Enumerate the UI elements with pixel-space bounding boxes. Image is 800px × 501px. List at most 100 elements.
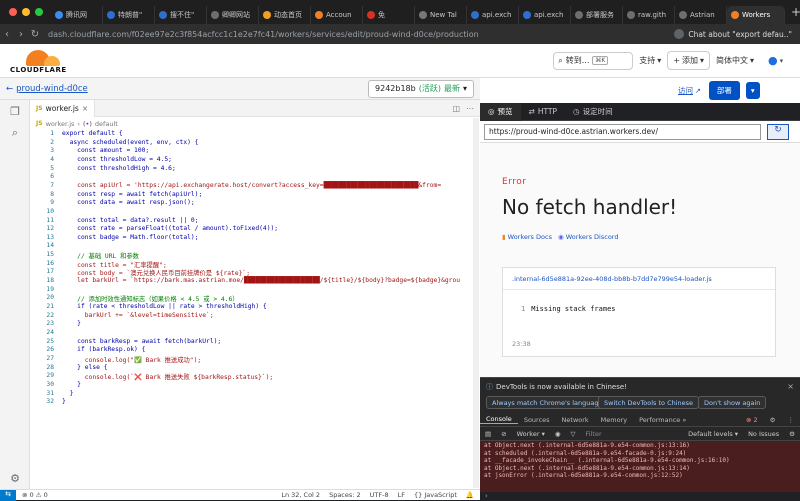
devtools-more-icon[interactable]: ⋮: [782, 416, 800, 424]
cloudflare-logo[interactable]: CLOUDFLARE: [10, 48, 67, 74]
code-line[interactable]: export default {: [62, 130, 123, 137]
code-line[interactable]: if (rate < thresholdLow || rate > thresh…: [62, 303, 267, 310]
code-line[interactable]: }: [62, 390, 73, 397]
code-line[interactable]: }: [62, 398, 66, 405]
minimize-window-button[interactable]: [22, 8, 30, 16]
forward-icon[interactable]: ›: [14, 29, 28, 40]
user-menu[interactable]: ● ▾: [768, 54, 790, 68]
devtools-tab-memory[interactable]: Memory: [595, 416, 633, 424]
code-line[interactable]: const barkResp = await fetch(barkUrl);: [62, 338, 221, 345]
settings-gear-icon[interactable]: ⚙: [0, 467, 30, 489]
support-menu[interactable]: 支持 ▾: [639, 55, 661, 66]
code-line[interactable]: const title = "汇率提醒";: [62, 260, 167, 269]
visit-link[interactable]: 访问: [678, 85, 693, 96]
browser-tab[interactable]: 搜不住": [155, 6, 207, 24]
version-selector[interactable]: 9242b18b (活跃) 最新 ▾: [368, 80, 474, 98]
code-line[interactable]: const thresholdLow = 4.5;: [62, 156, 172, 163]
devtools-tab-performance[interactable]: Performance »: [633, 416, 692, 424]
zoom-window-button[interactable]: [35, 8, 43, 16]
close-icon[interactable]: ×: [787, 382, 794, 391]
browser-tab[interactable]: Astrian: [675, 6, 727, 24]
browser-tab[interactable]: New Tal: [415, 6, 467, 24]
browser-tab[interactable]: api.exch: [519, 6, 571, 24]
code-line[interactable]: const resp = await fetch(apiUrl);: [62, 191, 202, 198]
back-to-project-link[interactable]: ← proud-wind-d0ce: [6, 84, 88, 94]
tab-schedule[interactable]: ◷设定时间: [565, 103, 621, 121]
deploy-button[interactable]: 部署: [709, 81, 740, 100]
code-line[interactable]: }: [62, 320, 81, 327]
code-line[interactable]: // 基础 URL 和参数: [62, 251, 139, 260]
console-stack-line[interactable]: at __facade_invokeChain__ (.internal-6d5…: [484, 457, 796, 465]
console-prompt[interactable]: ›: [480, 492, 800, 500]
browser-tab[interactable]: 部署服务: [571, 6, 623, 24]
tab-http[interactable]: ⇄HTTP: [521, 103, 566, 121]
language-menu[interactable]: 简体中文 ▾: [716, 55, 754, 66]
browser-tab[interactable]: Workers: [727, 6, 785, 24]
context-selector[interactable]: Worker ▾: [512, 430, 550, 438]
goto-search[interactable]: ⌕ 转到... ⌘K: [553, 52, 633, 70]
breadcrumb-symbol[interactable]: default: [95, 120, 118, 128]
browser-tab[interactable]: raw.gith: [623, 6, 675, 24]
error-count-badge[interactable]: ⊗ 2: [740, 416, 764, 424]
language-mode[interactable]: {} JavaScript: [414, 491, 457, 499]
match-language-button[interactable]: Always match Chrome's language: [486, 396, 608, 409]
close-window-button[interactable]: [9, 8, 17, 16]
refresh-icon[interactable]: ↻: [767, 124, 789, 140]
log-levels-selector[interactable]: Default levels ▾: [683, 430, 743, 438]
devtools-tab-network[interactable]: Network: [556, 416, 595, 424]
line-ending[interactable]: LF: [398, 491, 405, 499]
filter-input[interactable]: Filter: [581, 430, 607, 438]
dont-show-again-button[interactable]: Don't show again: [698, 396, 766, 409]
remote-icon[interactable]: ⇆: [0, 490, 16, 501]
back-icon[interactable]: ‹: [0, 29, 14, 40]
console-stack-line[interactable]: at scheduled (.internal-6d5e881a-9.e54-f…: [484, 450, 796, 458]
code-line[interactable]: let barkUrl = `https://bark.mas.astrian.…: [62, 277, 460, 284]
more-actions-icon[interactable]: ⋯: [466, 104, 474, 113]
browser-tab[interactable]: Accoun: [311, 6, 363, 24]
devtools-settings-icon[interactable]: ⚙: [764, 416, 782, 424]
code-line[interactable]: } else {: [62, 364, 108, 371]
code-area[interactable]: export default {1 async scheduled(event,…: [30, 130, 474, 489]
stack-file-link[interactable]: .internal-6d5e881a-92ee-408d-bb8b-b7dd7e…: [503, 268, 775, 290]
issues-indicator[interactable]: No Issues: [743, 430, 784, 438]
encoding[interactable]: UTF-8: [370, 491, 389, 499]
cursor-position[interactable]: Ln 32, Col 2: [281, 491, 320, 499]
code-line[interactable]: if (barkResp.ok) {: [62, 346, 145, 353]
code-line[interactable]: const total = data?.result || 0;: [62, 217, 198, 224]
code-line[interactable]: }: [62, 381, 81, 388]
indentation[interactable]: Spaces: 2: [329, 491, 361, 499]
browser-tab[interactable]: 特朗普": [103, 6, 155, 24]
deploy-more-button[interactable]: ▾: [746, 82, 760, 99]
url-field[interactable]: dash.cloudflare.com/f02ee97e2c3f854acfcc…: [48, 30, 479, 39]
reload-icon[interactable]: ↻: [28, 29, 42, 40]
browser-tab[interactable]: 动态首页: [259, 6, 311, 24]
breadcrumb-file[interactable]: worker.js: [46, 120, 75, 128]
code-line[interactable]: const thresholdHigh = 4.6;: [62, 165, 176, 172]
editor-scrollbar[interactable]: [473, 118, 479, 488]
console-stack-line[interactable]: at Object.next (.internal-6d5e881a-9.e54…: [484, 442, 796, 450]
switch-chinese-button[interactable]: Switch DevTools to Chinese: [598, 396, 699, 409]
browser-tab[interactable]: 免: [363, 6, 415, 24]
code-line[interactable]: console.log("✅ Bark 推送成功");: [62, 355, 201, 364]
code-line[interactable]: const data = await resp.json();: [62, 199, 195, 206]
file-tab-worker-js[interactable]: JS worker.js ×: [30, 100, 95, 117]
preview-url-input[interactable]: https://proud-wind-d0ce.astrian.workers.…: [484, 124, 761, 140]
code-line[interactable]: const badge = Math.floor(total);: [62, 234, 198, 241]
add-button[interactable]: + 添加 ▾: [667, 51, 710, 70]
code-line[interactable]: // 添加时效性通知标志（如果价格 < 4.5 或 > 4.6）: [62, 294, 239, 303]
console-stack-line[interactable]: at Object.next (.internal-6d5e881a-9.e54…: [484, 465, 796, 473]
browser-tab[interactable]: api.exch: [467, 6, 519, 24]
console-stack-line[interactable]: at jsonError (.internal-6d5e881a-9.e54-c…: [484, 472, 796, 480]
explorer-icon[interactable]: ❐: [0, 100, 30, 122]
browser-tab[interactable]: 腾讯网: [51, 6, 103, 24]
search-icon[interactable]: ⌕: [0, 122, 30, 144]
browser-tab[interactable]: 卿卿网站: [207, 6, 259, 24]
code-line[interactable]: const rate = parseFloat((total / amount)…: [62, 225, 278, 232]
split-editor-icon[interactable]: ◫: [452, 104, 460, 113]
code-line[interactable]: console.log(`❌ Bark 推送失败 ${barkResp.stat…: [62, 372, 273, 381]
code-line[interactable]: const amount = 100;: [62, 147, 149, 154]
console-settings-icon[interactable]: ⚙: [784, 430, 800, 438]
eye-icon[interactable]: ◉: [550, 430, 566, 438]
workers-discord-link[interactable]: ◉ Workers Discord: [558, 233, 619, 241]
clear-console-icon[interactable]: ⊘: [496, 430, 511, 438]
